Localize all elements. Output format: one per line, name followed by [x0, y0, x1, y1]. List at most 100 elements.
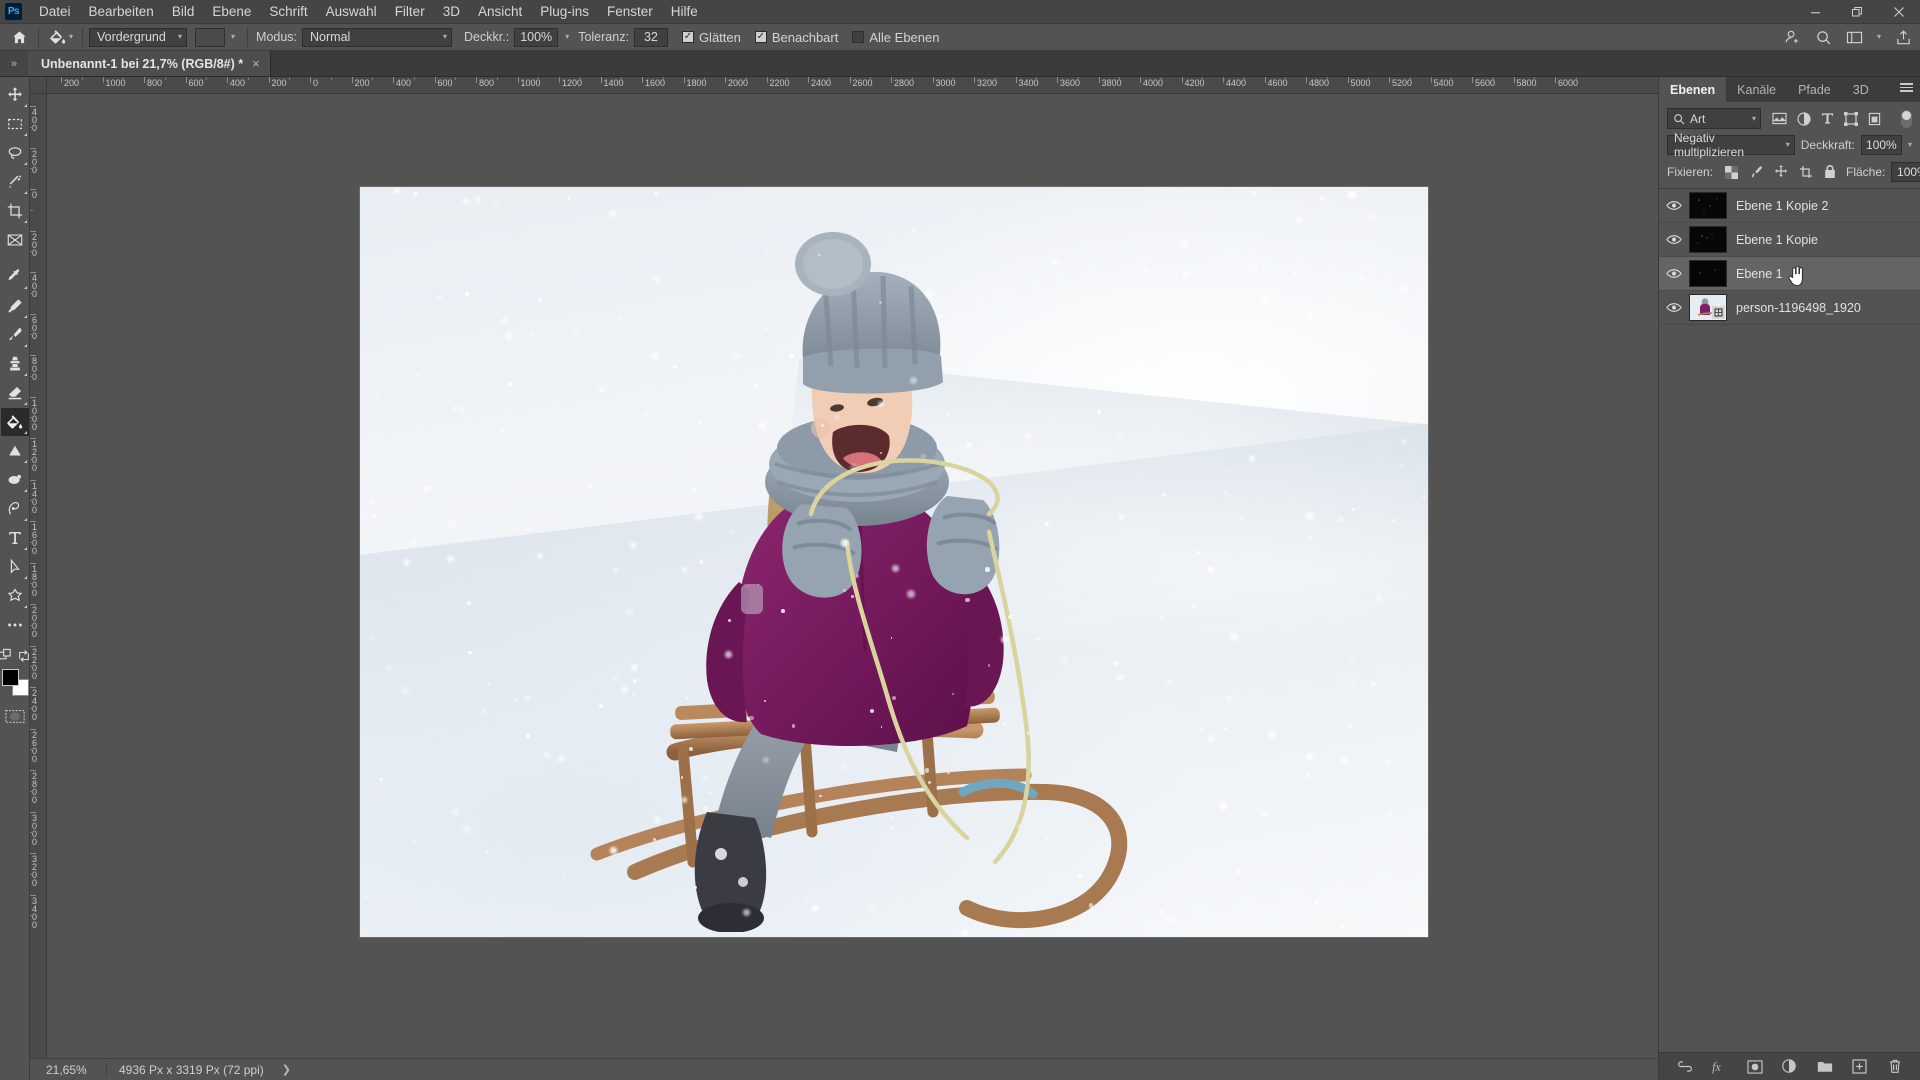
blend-mode-select[interactable]: Normal ▾ [302, 27, 453, 47]
clone-stamp-tool[interactable] [1, 350, 29, 378]
swap-colors-icon[interactable] [17, 649, 31, 663]
blur-tool[interactable] [1, 437, 29, 465]
quick-selection-tool[interactable] [1, 168, 29, 196]
layer-name[interactable]: person-1196498_1920 [1736, 301, 1861, 315]
menu-auswahl[interactable]: Auswahl [317, 1, 386, 22]
workspace-icon[interactable] [1846, 30, 1863, 45]
canvas-stage[interactable] [47, 94, 1658, 1058]
paint-bucket-tool[interactable] [0, 408, 29, 436]
layer-name[interactable]: Ebene 1 [1736, 267, 1783, 281]
color-swatches[interactable] [1, 669, 29, 699]
layer-thumbnail[interactable] [1689, 226, 1727, 253]
move-tool[interactable] [1, 81, 29, 109]
layer-thumbnail[interactable] [1689, 192, 1727, 219]
foreground-color-swatch[interactable] [1, 669, 19, 686]
tab-kanaele[interactable]: Kanäle [1726, 77, 1787, 102]
smart-object-filter-icon[interactable] [1868, 112, 1881, 126]
more-tools-button[interactable] [1, 611, 29, 639]
chevron-down-icon[interactable]: ▾ [69, 33, 73, 41]
menu-fenster[interactable]: Fenster [598, 1, 662, 22]
minimize-button[interactable] [1794, 0, 1836, 24]
chevron-down-icon[interactable]: ▾ [565, 33, 569, 41]
layer-row-person-photo[interactable]: person-1196498_1920 [1659, 291, 1920, 325]
lock-artboard-icon[interactable] [1799, 165, 1813, 179]
menu-3d[interactable]: 3D [434, 1, 469, 22]
quick-mask-icon[interactable] [4, 709, 25, 724]
dodge-tool[interactable] [1, 466, 29, 494]
chevron-down-icon[interactable]: ▾ [231, 33, 235, 41]
export-icon[interactable] [1895, 29, 1912, 46]
zoom-level[interactable]: 21,65% [30, 1063, 94, 1077]
artboard[interactable] [360, 187, 1428, 937]
shape-filter-icon[interactable] [1844, 111, 1858, 126]
menu-hilfe[interactable]: Hilfe [662, 1, 707, 22]
share-ps-icon[interactable] [1784, 29, 1801, 46]
close-button[interactable] [1878, 0, 1920, 24]
lasso-tool[interactable] [1, 139, 29, 167]
healing-brush-tool[interactable] [1, 292, 29, 320]
eyedropper-tool[interactable] [1, 263, 29, 291]
filter-enable-toggle[interactable] [1901, 109, 1912, 128]
layer-name[interactable]: Ebene 1 Kopie 2 [1736, 199, 1828, 213]
adjustment-filter-icon[interactable] [1797, 111, 1811, 126]
lock-image-pixels-icon[interactable] [1749, 165, 1763, 179]
eraser-tool[interactable] [1, 379, 29, 407]
custom-shape-tool[interactable] [1, 582, 29, 610]
edit-toolbar-icon[interactable] [0, 648, 13, 663]
pixel-filter-icon[interactable] [1772, 112, 1787, 125]
contiguous-checkbox[interactable]: ✓ Benachbart [754, 30, 838, 45]
menu-ebene[interactable]: Ebene [203, 1, 260, 22]
layer-thumbnail[interactable] [1689, 294, 1727, 321]
lock-position-icon[interactable] [1774, 165, 1788, 179]
menu-schrift[interactable]: Schrift [260, 1, 316, 22]
menu-bild[interactable]: Bild [163, 1, 204, 22]
link-layers-icon[interactable] [1677, 1059, 1693, 1075]
fill-source-select[interactable]: Vordergrund ▾ [89, 27, 188, 47]
pen-tool[interactable] [1, 495, 29, 523]
tab-pfade[interactable]: Pfade [1787, 77, 1842, 102]
menu-filter[interactable]: Filter [386, 1, 434, 22]
chevron-down-icon[interactable]: ▾ [1908, 141, 1912, 149]
rectangular-marquee-tool[interactable] [1, 110, 29, 138]
frame-tool[interactable] [1, 226, 29, 254]
tool-preset-picker[interactable]: ▾ [45, 28, 76, 47]
layer-visibility-toggle[interactable] [1659, 268, 1689, 279]
search-icon[interactable] [1815, 29, 1832, 46]
menu-plugins[interactable]: Plug-ins [531, 1, 598, 22]
delete-layer-icon[interactable] [1887, 1059, 1903, 1075]
layer-style-fx-icon[interactable]: fx [1712, 1059, 1728, 1075]
layer-visibility-toggle[interactable] [1659, 234, 1689, 245]
type-tool[interactable] [1, 524, 29, 552]
restore-button[interactable] [1836, 0, 1878, 24]
layer-visibility-toggle[interactable] [1659, 200, 1689, 211]
chevron-down-icon[interactable]: ▾ [1877, 33, 1881, 41]
add-layer-mask-icon[interactable] [1746, 1059, 1763, 1075]
layer-visibility-toggle[interactable] [1659, 302, 1689, 313]
document-tab[interactable]: Unbenannt-1 bei 21,7% (RGB/8#) * × [28, 51, 271, 76]
layer-blend-mode-select[interactable]: Negativ multiplizieren ▾ [1667, 131, 1795, 159]
brush-tool[interactable] [1, 321, 29, 349]
filter-kind-select[interactable]: Art ▾ [1667, 108, 1761, 129]
opacity-input[interactable]: 100% [514, 27, 559, 47]
anti-alias-checkbox[interactable]: ✓ Glätten [681, 30, 741, 45]
menu-datei[interactable]: Datei [30, 1, 80, 22]
path-selection-tool[interactable] [1, 553, 29, 581]
menu-ansicht[interactable]: Ansicht [469, 1, 531, 22]
chevron-right-icon[interactable]: ❯ [282, 1063, 291, 1076]
tab-3d[interactable]: 3D [1842, 77, 1880, 102]
ruler-corner[interactable] [30, 77, 47, 94]
new-group-icon[interactable] [1817, 1059, 1833, 1075]
vertical-ruler[interactable]: 400 200 0 200 400 600 800 1000 1200 1400 1600 1800 2… [30, 94, 47, 1058]
tab-ebenen[interactable]: Ebenen [1659, 77, 1727, 102]
horizontal-ruler[interactable]: 200 1000 800 600 400 200 0 200 400 600 800 1000 1200… [47, 77, 1658, 94]
pattern-swatch[interactable] [195, 27, 226, 47]
all-layers-checkbox[interactable]: ✓ Alle Ebenen [852, 30, 939, 45]
crop-tool[interactable] [1, 197, 29, 225]
lock-all-icon[interactable] [1824, 165, 1836, 179]
layer-name[interactable]: Ebene 1 Kopie [1736, 233, 1818, 247]
new-adjustment-layer-icon[interactable] [1782, 1059, 1798, 1075]
layer-row-ebene-1-kopie-2[interactable]: Ebene 1 Kopie 2 [1659, 189, 1920, 223]
panel-menu-icon[interactable] [1900, 83, 1913, 92]
layer-row-ebene-1[interactable]: Ebene 1 [1659, 257, 1920, 291]
close-tab-icon[interactable]: × [252, 56, 260, 71]
